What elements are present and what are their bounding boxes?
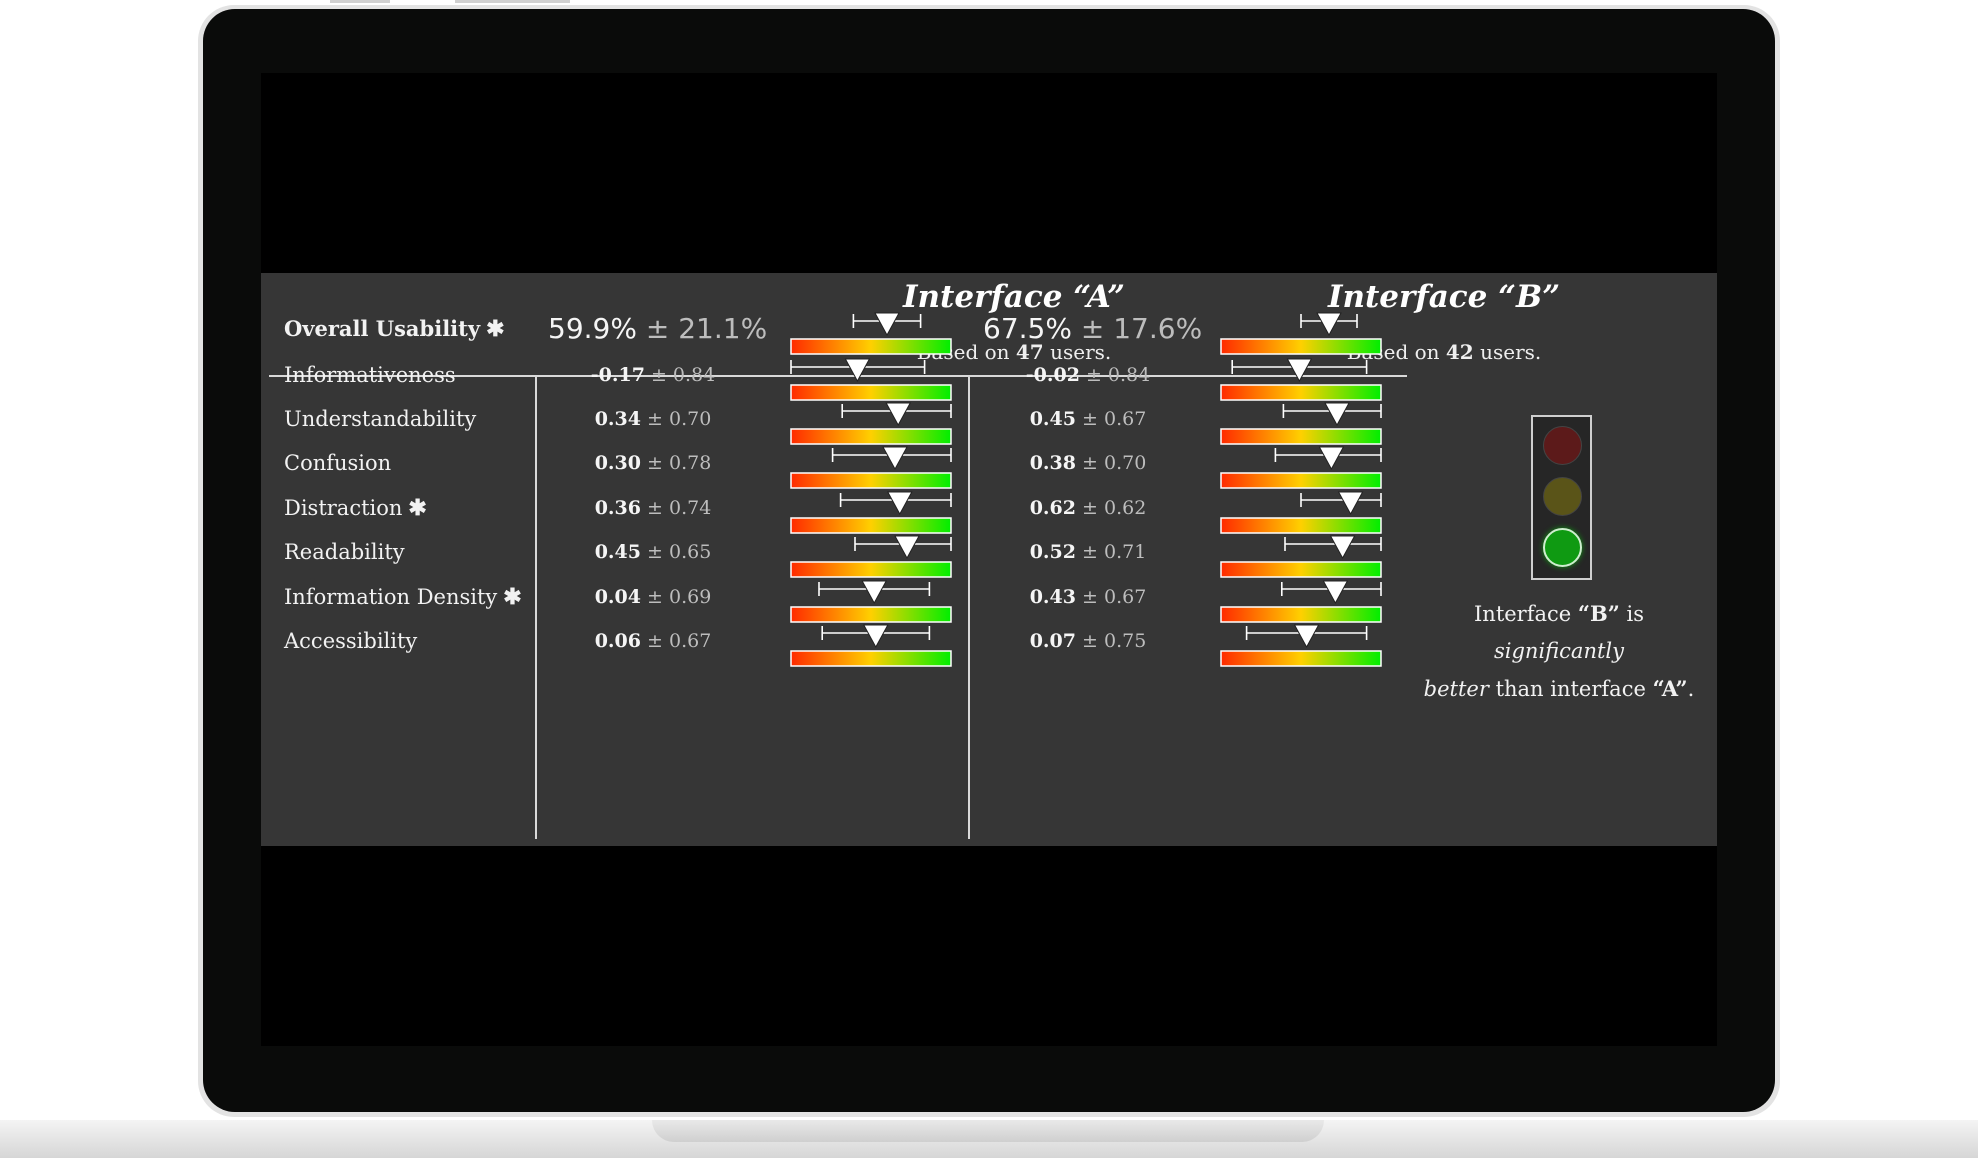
- score-error: ± 0.70: [1082, 452, 1147, 474]
- score-mean: 0.62: [1029, 497, 1076, 519]
- significance-star-icon: ✱: [408, 495, 427, 521]
- yellow-light-icon: [1543, 477, 1582, 516]
- score-error: ± 0.67: [1082, 586, 1147, 608]
- score-marker-icon: [886, 491, 913, 516]
- lid-edge-highlight: [330, 0, 390, 3]
- score-mean: 0.34: [594, 408, 641, 430]
- score-mean: 0.45: [1029, 408, 1076, 430]
- score-mean: 0.06: [594, 630, 641, 652]
- score-error: ± 0.65: [647, 541, 712, 563]
- gradient-bar: [1220, 650, 1382, 667]
- interface-b-gauge: [1220, 624, 1382, 667]
- score-mean: 0.07: [1029, 630, 1076, 652]
- verdict-part: .: [1687, 677, 1695, 701]
- interface-b-score: 0.07 ± 0.75: [983, 613, 1193, 669]
- score-marker-icon: [882, 446, 908, 471]
- score-marker-icon: [1286, 358, 1313, 383]
- score-marker-icon: [885, 402, 912, 427]
- score-marker-icon: [844, 358, 871, 383]
- score-mean: 67.5%: [983, 312, 1072, 345]
- score-marker-icon: [1324, 402, 1350, 427]
- metric-name: Confusion: [284, 451, 392, 475]
- score-mean: 0.38: [1029, 452, 1076, 474]
- score-mean: -0.02: [1025, 364, 1080, 386]
- score-error: ± 0.62: [1082, 497, 1147, 519]
- score-marker-icon: [1316, 312, 1342, 337]
- score-marker-icon: [1322, 580, 1349, 605]
- score-mean: 0.04: [594, 586, 641, 608]
- verdict-text: Interface “B” is significantly better tha…: [1409, 595, 1709, 708]
- verdict-part: significantly: [1493, 639, 1624, 663]
- verdict-part: Interface: [1474, 602, 1578, 626]
- score-marker-icon: [862, 624, 889, 649]
- red-light-icon: [1543, 426, 1582, 465]
- significance-star-icon: ✱: [486, 316, 505, 342]
- score-error: ± 0.70: [647, 408, 712, 430]
- score-marker-icon: [861, 580, 888, 605]
- score-marker-icon: [1337, 491, 1364, 516]
- interface-a-gauge: [790, 624, 952, 667]
- verdict-part: “B”: [1577, 601, 1620, 626]
- score-error: ± 17.6%: [1080, 312, 1203, 345]
- score-mean: 0.45: [594, 541, 641, 563]
- score-mean: 0.52: [1029, 541, 1076, 563]
- score-marker-icon: [894, 535, 920, 560]
- score-error: ± 0.84: [650, 364, 716, 386]
- lid-edge-highlight: [455, 0, 570, 3]
- verdict-part: than interface: [1488, 677, 1653, 701]
- metric-name: Informativeness: [284, 363, 456, 387]
- significance-star-icon: ✱: [503, 584, 522, 610]
- score-marker-icon: [874, 312, 900, 337]
- score-mean: 0.43: [1029, 586, 1076, 608]
- score-error: ± 0.69: [647, 586, 712, 608]
- verdict-part: “A”: [1652, 676, 1688, 701]
- verdict-part: better: [1423, 677, 1489, 701]
- metric-name: Distraction: [284, 496, 403, 520]
- score-error: ± 0.67: [1082, 408, 1147, 430]
- score-mean: 59.9%: [548, 312, 637, 345]
- score-error: ± 21.1%: [645, 312, 768, 345]
- gradient-bar: [790, 650, 952, 667]
- metric-label: Accessibility: [284, 613, 417, 669]
- metric-name: Understandability: [284, 407, 477, 431]
- metric-name: Overall Usability: [284, 316, 481, 341]
- score-error: ± 0.75: [1082, 630, 1147, 652]
- score-error: ± 0.67: [647, 630, 712, 652]
- score-marker-icon: [1318, 446, 1345, 471]
- metric-name: Readability: [284, 540, 405, 564]
- score-marker-icon: [1329, 535, 1356, 560]
- usability-comparison-panel: Interface “A” Interface “B” Based on 47 …: [261, 273, 1717, 846]
- score-mean: 0.36: [594, 497, 641, 519]
- metric-name: Information Density: [284, 585, 498, 609]
- score-mean: -0.17: [590, 364, 645, 386]
- interface-a-score: 0.06 ± 0.67: [548, 613, 758, 669]
- green-light-icon: [1543, 528, 1582, 567]
- score-marker-icon: [1293, 624, 1320, 649]
- score-error: ± 0.84: [1085, 364, 1151, 386]
- metric-name: Accessibility: [284, 629, 418, 653]
- traffic-light: [1531, 415, 1592, 580]
- score-error: ± 0.78: [647, 452, 712, 474]
- score-error: ± 0.74: [647, 497, 712, 519]
- laptop-base-notch: [652, 1120, 1324, 1142]
- verdict-part: is: [1619, 602, 1644, 626]
- score-error: ± 0.71: [1082, 541, 1147, 563]
- score-mean: 0.30: [594, 452, 641, 474]
